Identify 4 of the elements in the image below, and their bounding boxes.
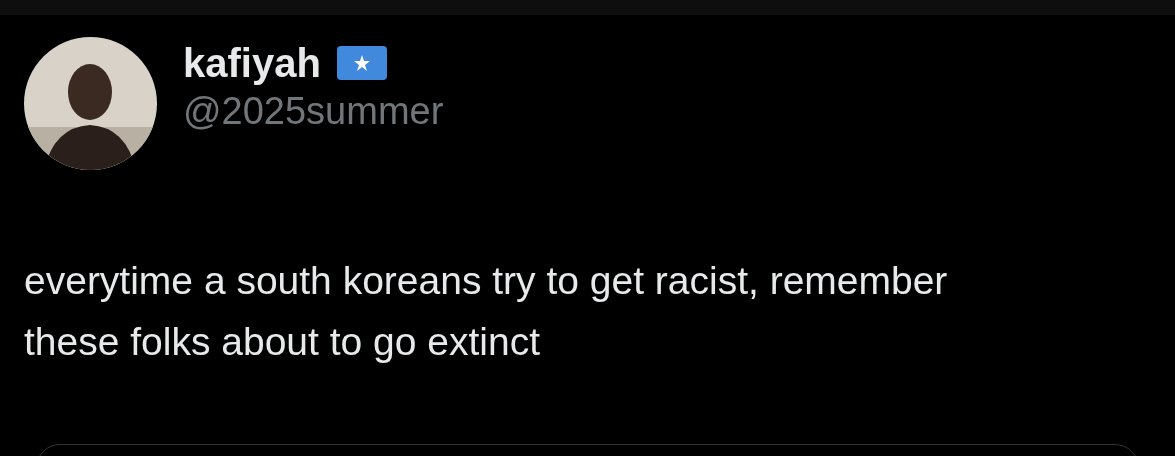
user-handle[interactable]: @2025summer bbox=[183, 89, 444, 133]
user-name[interactable]: kafiyah bbox=[183, 40, 321, 86]
tweet-text: everytime a south koreans try to get racist, remember these folks about to go extinct bbox=[24, 258, 949, 365]
flag-icon bbox=[336, 46, 387, 80]
